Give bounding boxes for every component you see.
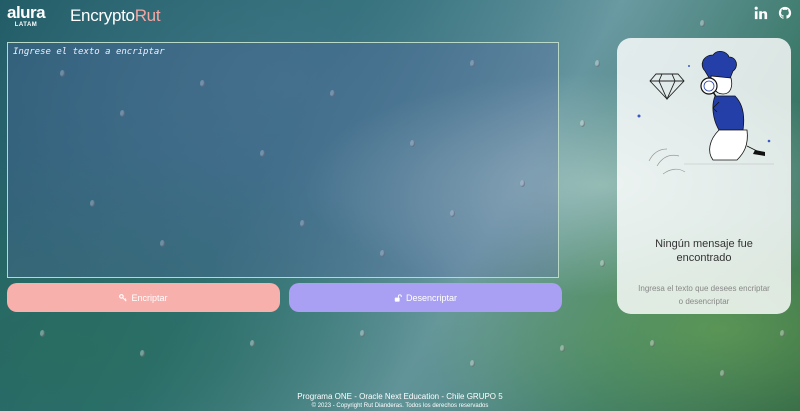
decrypt-button-label: Desencriptar [405, 292, 458, 303]
panel-subtitle: Ingresa el texto que desees encriptar o … [638, 284, 770, 306]
unlock-icon [394, 293, 402, 302]
footer-program: Programa ONE - Oracle Next Education - C… [297, 392, 503, 401]
panel-title: Ningún mensaje fue encontrado [655, 238, 753, 264]
app-title-accent: Rut [134, 6, 161, 25]
linkedin-icon[interactable] [754, 6, 768, 20]
footer-copyright: © 2023 - Copyright Rut Dianderas. Todos … [311, 403, 489, 409]
encrypt-button[interactable]: Encriptar [7, 283, 280, 312]
search-person-illustration [637, 51, 774, 175]
app-title: EncryptoRut [70, 6, 161, 26]
social-links [754, 6, 792, 20]
app-title-prefix: Encrypto [70, 6, 135, 25]
key-icon [119, 293, 128, 302]
encrypt-button-label: Encriptar [131, 292, 168, 303]
footer: Programa ONE - Oracle Next Education - C… [0, 391, 800, 410]
text-input[interactable] [7, 42, 559, 278]
alura-latam-logo: alura LATAM [7, 3, 46, 29]
output-panel: Ningún mensaje fue encontrado Ingresa el… [617, 38, 791, 314]
github-icon[interactable] [778, 6, 792, 20]
logo-text: alura [7, 3, 46, 22]
decrypt-button[interactable]: Desencriptar [289, 283, 562, 312]
logo-subtext: LATAM [14, 22, 38, 28]
